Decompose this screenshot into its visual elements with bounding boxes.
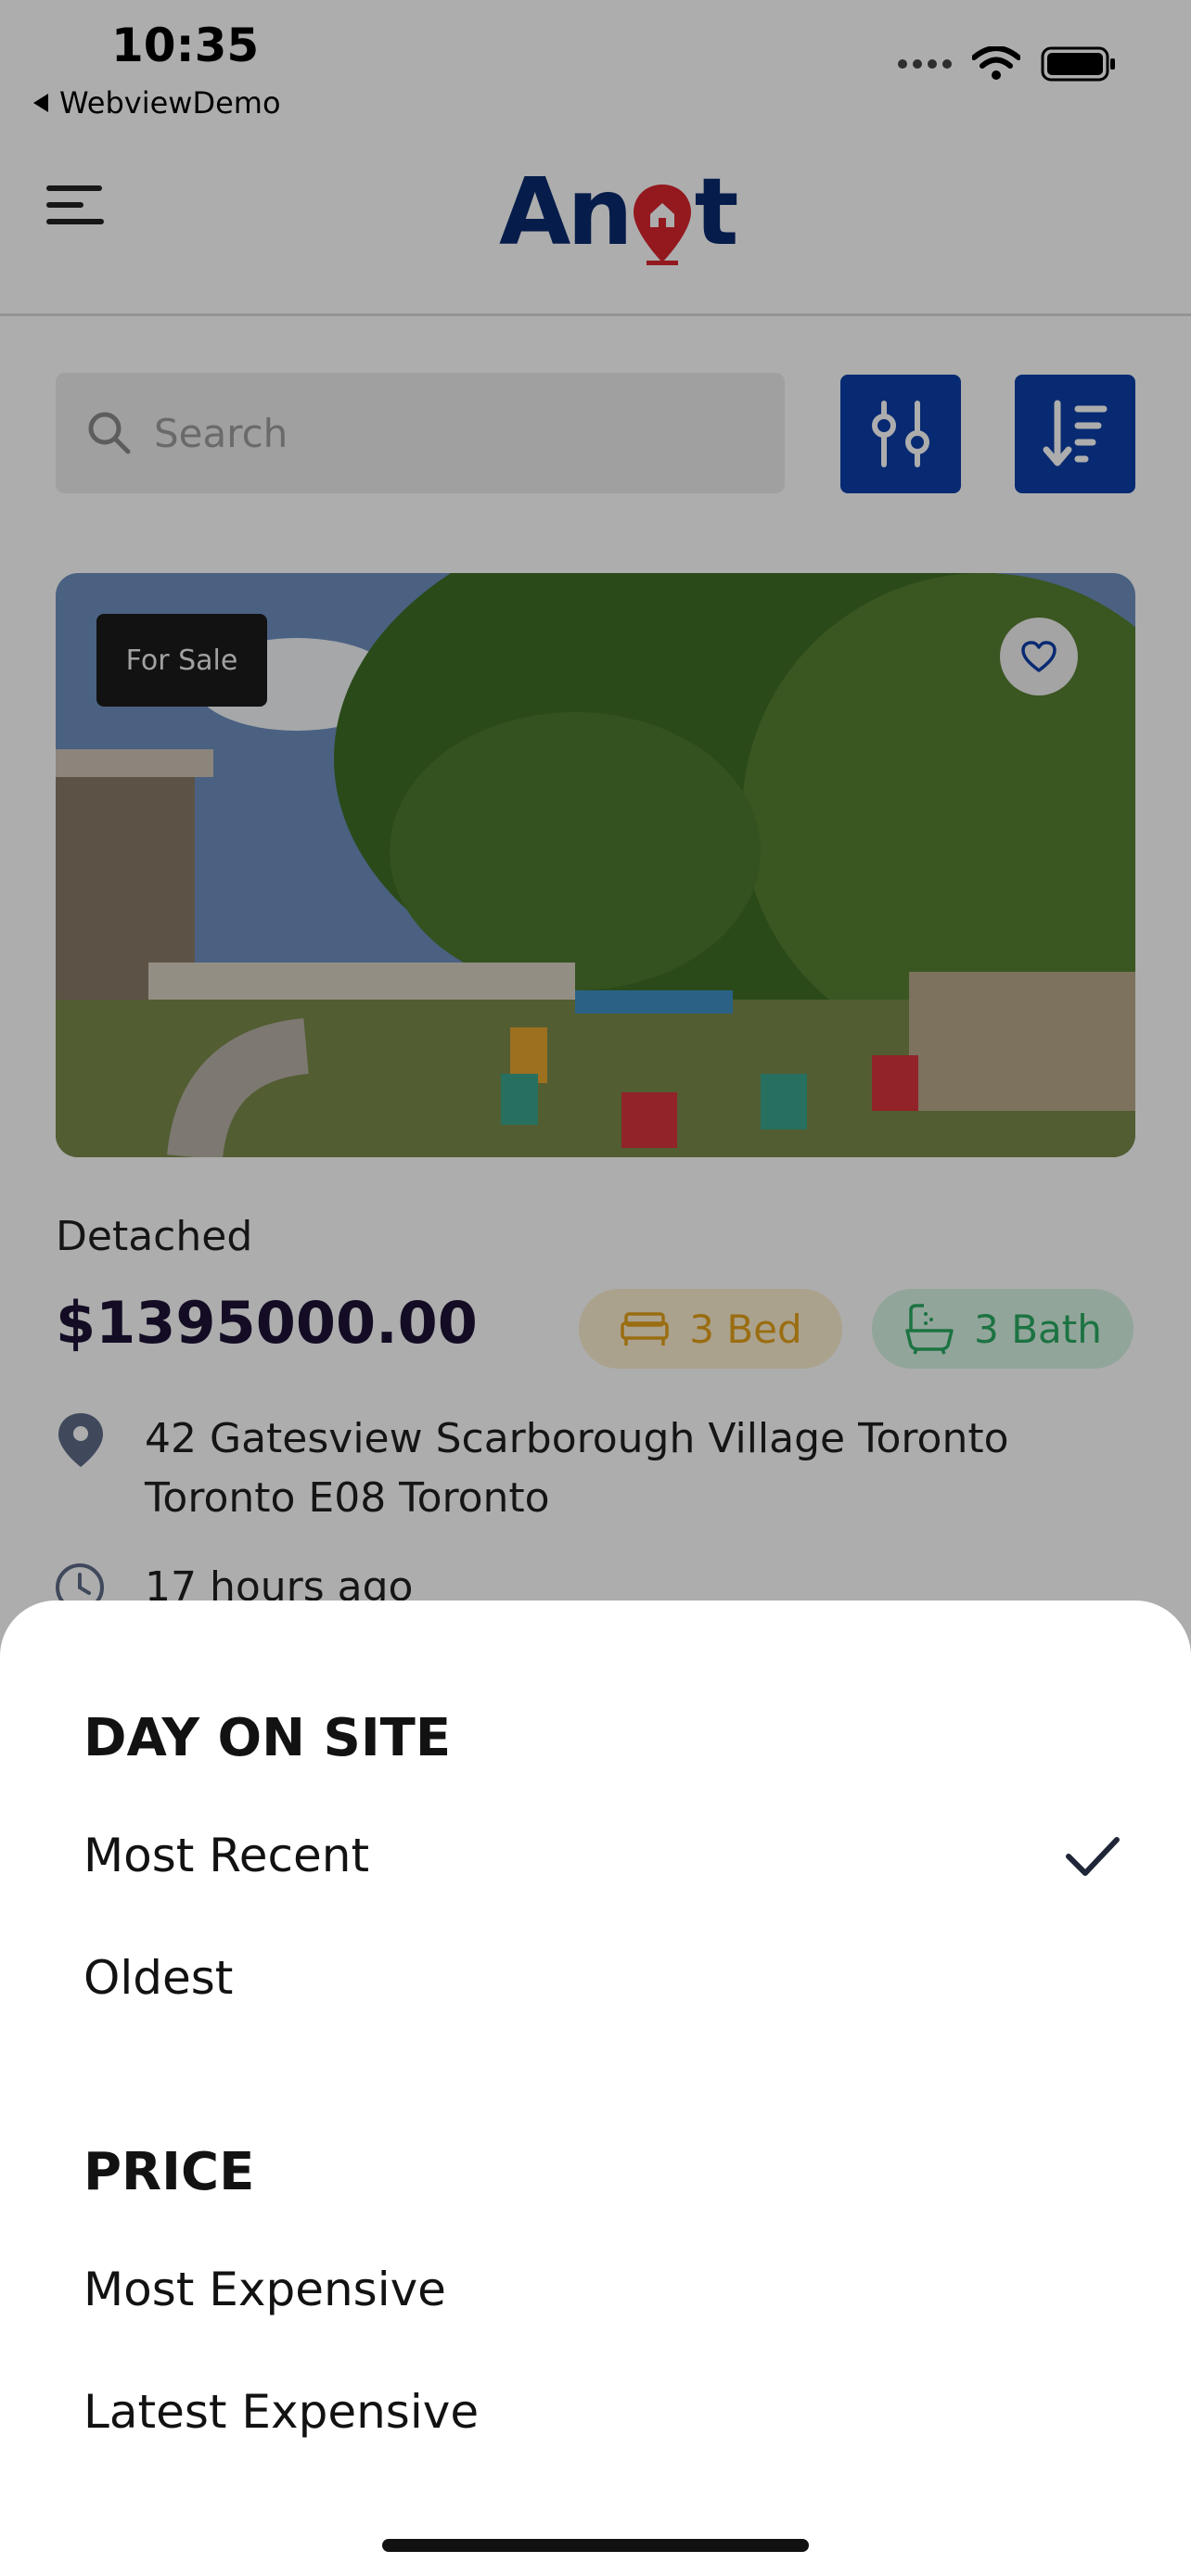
- home-indicator[interactable]: [382, 2539, 809, 2552]
- sort-option-most-expensive[interactable]: Most Expensive: [83, 2263, 446, 2316]
- section-title-price: PRICE: [83, 2142, 255, 2202]
- checkmark-icon: [1066, 1837, 1120, 1876]
- sort-option-latest-expensive[interactable]: Latest Expensive: [83, 2385, 479, 2439]
- sort-option-oldest[interactable]: Oldest: [83, 1951, 233, 2005]
- app-screen: 10:35 WebviewDemo An t Search For Sale D…: [0, 0, 1191, 2576]
- sort-bottom-sheet: DAY ON SITE Most Recent Oldest PRICE Mos…: [0, 1600, 1191, 2576]
- section-title-day-on-site: DAY ON SITE: [83, 1708, 452, 1768]
- sort-option-most-recent[interactable]: Most Recent: [83, 1829, 369, 1882]
